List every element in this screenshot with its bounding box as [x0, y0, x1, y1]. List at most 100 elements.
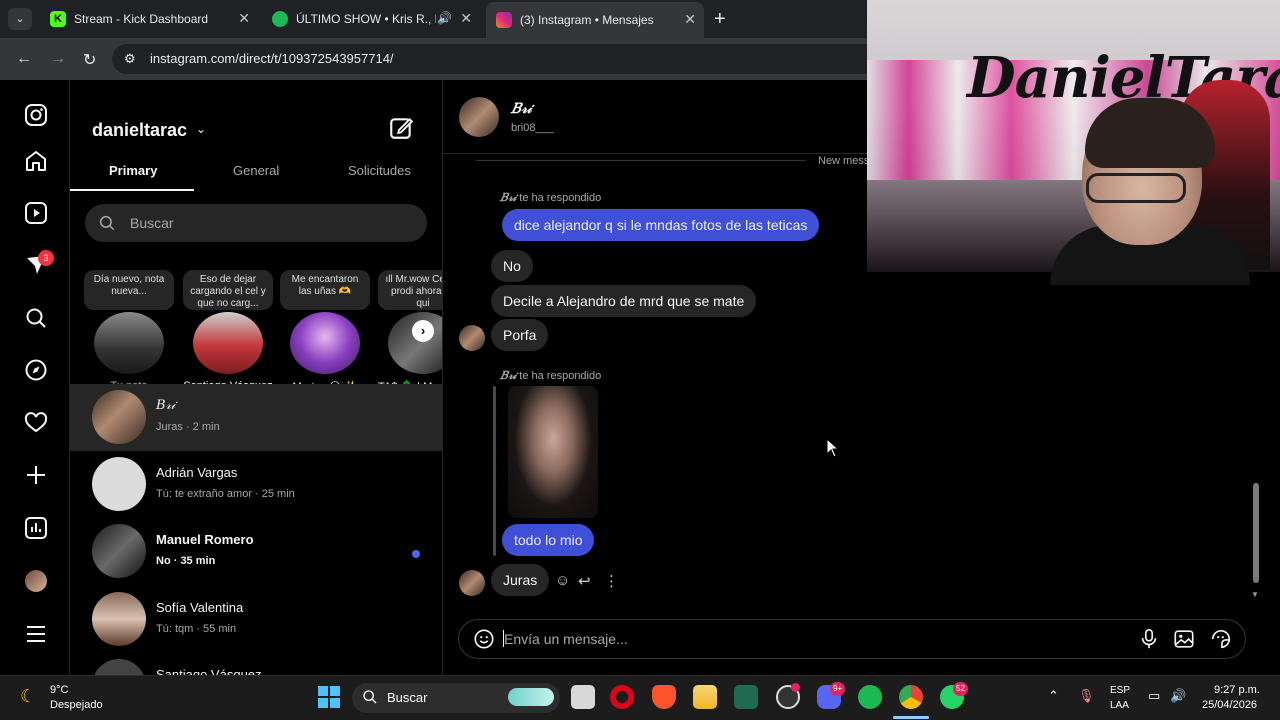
create-plus-icon[interactable]	[24, 463, 48, 487]
new-messages-label: New mess	[818, 155, 870, 167]
divider	[476, 160, 806, 161]
tab-general[interactable]: General	[233, 163, 279, 178]
thread-avatar	[92, 524, 146, 578]
search-icon[interactable]	[24, 306, 48, 330]
notifications-heart-icon[interactable]	[24, 411, 48, 435]
message-bubble-theirs[interactable]: Juras	[491, 564, 550, 596]
message-bubble-theirs[interactable]: Porfa	[491, 319, 549, 351]
more-menu-icon[interactable]	[24, 622, 48, 646]
sender-avatar[interactable]	[459, 325, 485, 351]
weather-moon-icon[interactable]: ☾	[20, 686, 36, 707]
conversation-avatar[interactable]	[459, 97, 499, 137]
tab-search-button[interactable]: ⌄	[8, 8, 32, 30]
tab-primary[interactable]: Primary	[109, 163, 157, 178]
network-icon[interactable]: ▭	[1148, 688, 1160, 704]
thread-item[interactable]: Manuel Romero No · 35 min	[70, 518, 443, 585]
spotify-favicon-icon	[272, 11, 288, 27]
brave-browser-icon[interactable]	[652, 685, 676, 709]
url-text[interactable]: instagram.com/direct/t/109372543957714/	[150, 51, 394, 66]
weather-description[interactable]: Despejado	[50, 699, 103, 711]
scrollbar-thumb[interactable]	[1253, 483, 1259, 583]
thread-avatar	[92, 457, 146, 511]
scroll-down-icon[interactable]: ▼	[1251, 590, 1259, 599]
chrome-icon[interactable]	[899, 685, 923, 709]
tab-kick-dashboard[interactable]: K Stream - Kick Dashboard ✕	[40, 4, 258, 34]
active-app-indicator	[893, 716, 929, 719]
profile-avatar[interactable]	[25, 570, 47, 592]
note-avatar	[290, 312, 360, 374]
thread-name: 𝐵𝓇𝒾	[156, 398, 176, 413]
weather-temperature[interactable]: 9°C	[50, 684, 68, 696]
thread-item[interactable]: Santiago Vásquez	[70, 653, 443, 675]
conversation-handle: bri08___	[511, 122, 554, 134]
reels-icon[interactable]	[24, 201, 48, 225]
sticker-icon[interactable]	[1210, 628, 1232, 650]
sender-avatar[interactable]	[459, 570, 485, 596]
thread-avatar	[92, 390, 146, 444]
home-icon[interactable]	[24, 149, 48, 173]
clock-time[interactable]: 9:27 p.m.	[1214, 684, 1260, 696]
more-options-icon[interactable]: ⋮	[604, 572, 619, 590]
spotify-icon[interactable]	[858, 685, 882, 709]
tab-title: Stream - Kick Dashboard	[74, 12, 209, 26]
thread-preview: Tú: tqm · 55 min	[156, 623, 237, 635]
back-arrow-icon[interactable]: ←	[16, 50, 32, 68]
keyboard-layout[interactable]: LAA	[1110, 700, 1129, 711]
close-tab-icon[interactable]: ✕	[238, 10, 250, 27]
image-upload-icon[interactable]	[1173, 628, 1195, 650]
microphone-icon[interactable]	[1138, 628, 1160, 650]
message-bubble-theirs[interactable]: Decile a Alejandro de mrd que se mate	[491, 285, 757, 317]
replied-text: te ha respondido	[519, 192, 602, 204]
emoji-picker-icon[interactable]	[473, 628, 495, 650]
replied-author: 𝐵𝓇𝒾	[500, 191, 517, 204]
chevron-down-icon[interactable]: ⌄	[196, 122, 206, 136]
forward-arrow-icon[interactable]: →	[50, 50, 66, 68]
composer-placeholder[interactable]: Envía un mensaje...	[504, 631, 628, 647]
clock-date[interactable]: 25/04/2026	[1202, 699, 1257, 711]
thread-avatar	[92, 659, 146, 675]
app-shortcut-icon[interactable]	[734, 685, 758, 709]
close-tab-icon[interactable]: ✕	[460, 10, 472, 27]
task-view-icon[interactable]	[571, 685, 595, 709]
instagram-logo-icon[interactable]	[24, 103, 48, 127]
message-bubble-mine[interactable]: dice alejandor q si le mndas fotos de la…	[502, 209, 820, 241]
tab-instagram[interactable]: (3) Instagram • Mensajes ✕	[486, 2, 704, 38]
volume-icon[interactable]: 🔊	[1170, 688, 1186, 704]
thread-item[interactable]: Adrián Vargas Tú: te extraño amor · 25 m…	[70, 451, 443, 518]
note-item[interactable]: Me encantaron las uñas 🫶 Martes 🌕 ✨	[280, 270, 370, 393]
conversation-name[interactable]: 𝐵𝓇𝒾	[511, 101, 532, 117]
show-hidden-icons-chevron-icon[interactable]: ⌃	[1048, 688, 1059, 704]
microphone-in-use-icon[interactable]: 🎙	[1078, 688, 1095, 704]
windows-start-icon[interactable]	[318, 686, 340, 708]
message-bubble-theirs[interactable]: No	[491, 250, 533, 282]
thread-name: Santiago Vásquez	[156, 667, 262, 675]
note-item[interactable]: Día nuevo, nota nueva... Tu nota	[84, 270, 174, 392]
thread-item[interactable]: Sofía Valentina Tú: tqm · 55 min	[70, 586, 443, 653]
input-language[interactable]: ESP	[1110, 685, 1130, 696]
replied-photo-thumbnail[interactable]	[508, 386, 598, 518]
message-bubble-mine[interactable]: todo lo mio	[502, 524, 595, 556]
account-username[interactable]: danieltarac	[92, 120, 187, 141]
search-highlight-image[interactable]	[508, 688, 554, 706]
thread-item[interactable]: 𝐵𝓇𝒾 Juras · 2 min	[70, 384, 443, 451]
note-avatar	[94, 312, 164, 374]
reply-arrow-icon[interactable]: ↩	[578, 572, 591, 590]
reload-icon[interactable]: ↻	[83, 50, 96, 70]
new-tab-button[interactable]: +	[714, 8, 726, 31]
opera-browser-icon[interactable]	[610, 685, 634, 709]
file-explorer-icon[interactable]	[693, 685, 717, 709]
thread-name: Manuel Romero	[156, 532, 254, 547]
mouse-cursor-icon	[826, 437, 840, 458]
note-avatar	[193, 312, 263, 374]
dashboard-chart-icon[interactable]	[24, 516, 48, 540]
chevron-right-icon[interactable]: ›	[412, 320, 434, 342]
note-item[interactable]: Eso de dejar cargando el cel y que no ca…	[183, 270, 273, 392]
explore-compass-icon[interactable]	[24, 358, 48, 382]
site-info-icon[interactable]: ⚙	[124, 51, 136, 67]
audio-playing-icon[interactable]: 🔊	[437, 11, 452, 25]
new-message-compose-icon[interactable]	[388, 115, 414, 141]
tab-requests[interactable]: Solicitudes	[348, 163, 411, 178]
react-emoji-icon[interactable]: ☺	[555, 572, 570, 589]
tab-spotify[interactable]: ÚLTIMO SHOW • Kris R., Mé 🔊 ✕	[262, 4, 480, 34]
close-tab-icon[interactable]: ✕	[684, 11, 696, 28]
